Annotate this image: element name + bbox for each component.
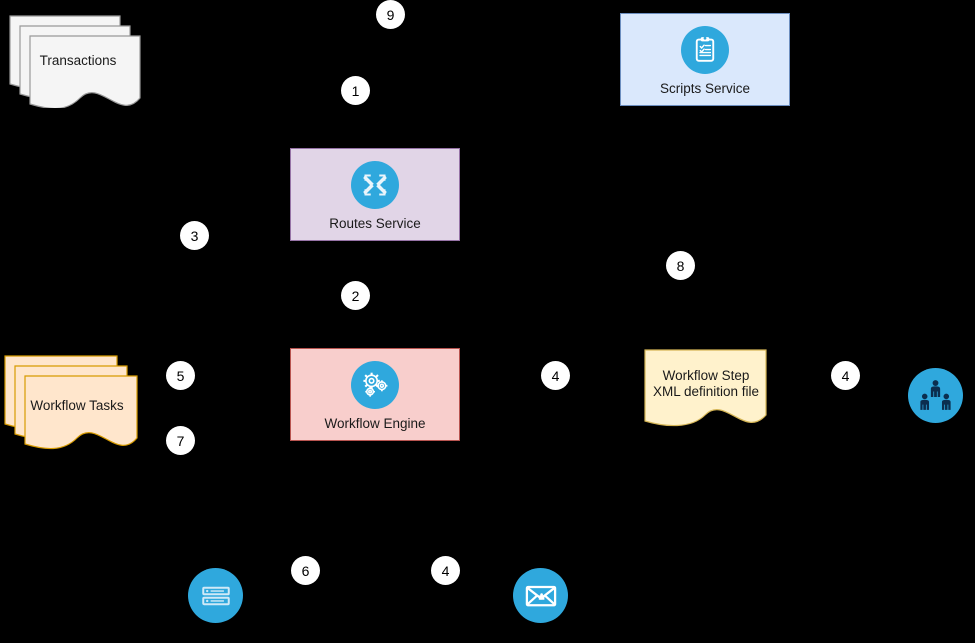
badge-3-label: 3	[190, 227, 199, 244]
gears-icon	[351, 360, 399, 409]
node-workflow-engine-label: Workflow Engine	[324, 415, 426, 431]
node-routes-service[interactable]: Routes Service	[290, 148, 460, 241]
people-group-icon[interactable]	[908, 368, 963, 423]
badge-7: 7	[166, 426, 195, 455]
badge-6-label: 6	[301, 562, 310, 579]
badge-6: 6	[291, 556, 320, 585]
badge-4-right: 4	[831, 361, 860, 390]
badge-8: 8	[666, 251, 695, 280]
badge-1: 1	[341, 76, 370, 105]
badge-4-bottom: 4	[431, 556, 460, 585]
clipboard-icon	[681, 25, 729, 74]
node-transactions[interactable]: Transactions	[8, 6, 148, 108]
badge-4-right-label: 4	[841, 367, 850, 384]
badge-4-center: 4	[541, 361, 570, 390]
node-scripts-service-label: Scripts Service	[659, 80, 751, 96]
server-icon[interactable]	[188, 568, 243, 623]
mail-icon[interactable]	[513, 568, 568, 623]
badge-2: 2	[341, 281, 370, 310]
badge-9: 9	[376, 0, 405, 29]
diagram-canvas: Transactions Scripts Service Routes Serv…	[0, 0, 975, 643]
badge-7-label: 7	[176, 432, 185, 449]
badge-9-label: 9	[386, 6, 395, 23]
badge-4-bottom-label: 4	[441, 562, 450, 579]
badge-2-label: 2	[351, 287, 360, 304]
arrows-inward-icon	[351, 160, 399, 209]
node-workflow-tasks[interactable]: Workflow Tasks	[3, 346, 148, 450]
badge-4-center-label: 4	[551, 367, 560, 384]
badge-8-label: 8	[676, 257, 685, 274]
badge-1-label: 1	[351, 82, 360, 99]
badge-3: 3	[180, 221, 209, 250]
badge-5-label: 5	[176, 367, 185, 384]
node-routes-service-label: Routes Service	[329, 215, 421, 231]
node-workflow-step-xml[interactable]: Workflow Step XML definition file	[644, 349, 768, 435]
badge-5: 5	[166, 361, 195, 390]
node-workflow-engine[interactable]: Workflow Engine	[290, 348, 460, 441]
node-scripts-service[interactable]: Scripts Service	[620, 13, 790, 106]
